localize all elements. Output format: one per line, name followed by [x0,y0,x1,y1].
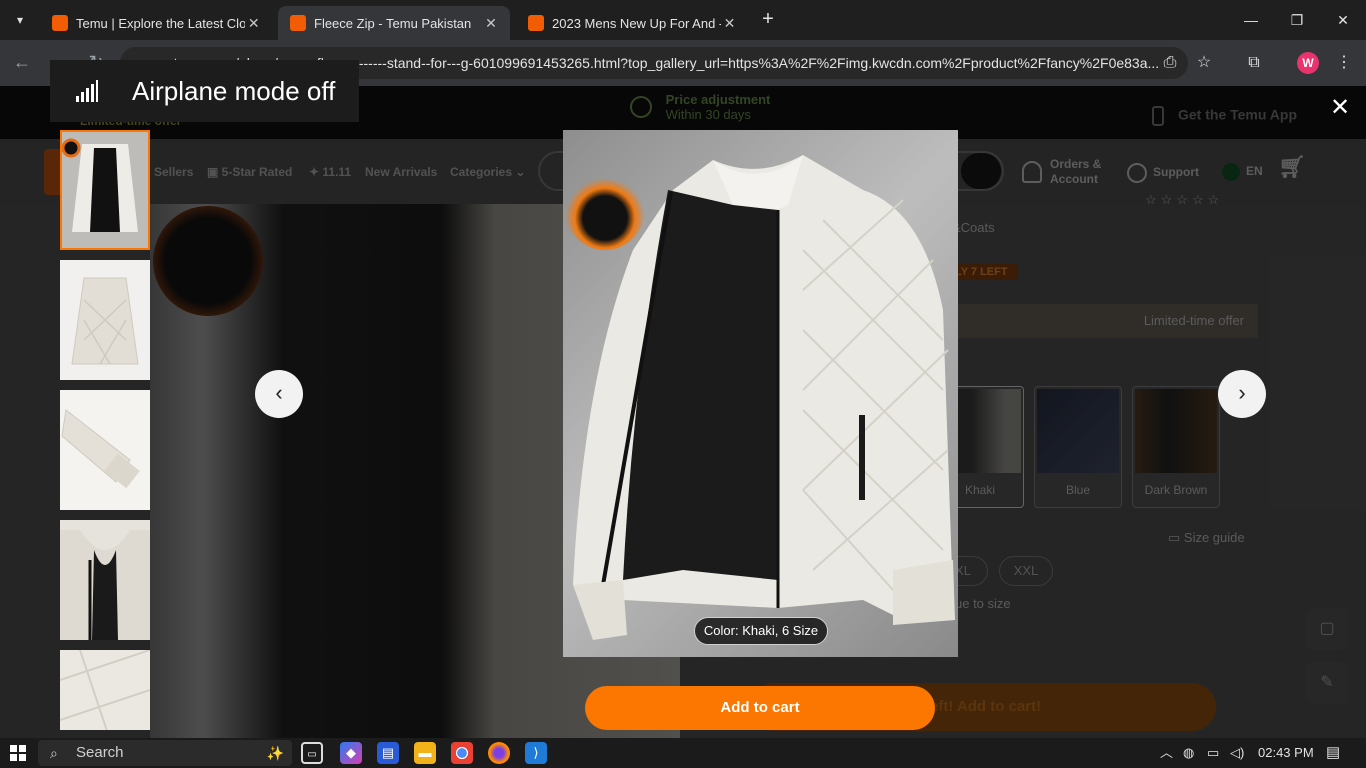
thumbnail-3[interactable] [60,390,150,510]
back-button[interactable]: ← [12,52,32,72]
tab-title: Temu | Explore the Latest Clothi [76,15,246,31]
close-tab-icon[interactable]: ✕ [721,15,738,32]
chrome-icon[interactable] [451,742,473,764]
clock-time[interactable]: 02:43 PM [1258,744,1314,762]
add-to-cart-button[interactable]: Add to cart [585,686,935,730]
jacket-open-thumbnail-icon [61,132,148,248]
thumbnail-5[interactable] [60,649,150,730]
thumbnail-strip [60,130,150,730]
vscode-icon[interactable]: ⟩ [525,742,547,764]
close-tab-icon[interactable]: ✕ [245,15,262,32]
copilot-icon[interactable]: ◆ [340,742,362,764]
tab-title: Fleece Zip - Temu Pakistan [314,15,472,31]
firefox-icon[interactable] [488,742,510,764]
previous-image-button[interactable]: ‹ [255,370,303,418]
new-tab-button[interactable]: + [758,9,778,29]
extensions-icon[interactable]: ⧉ [1244,53,1264,73]
microsoft-store-icon[interactable]: ▤ [377,742,399,764]
profile-avatar[interactable]: W [1297,52,1319,74]
close-tab-icon[interactable]: ✕ [482,15,500,32]
fabric-detail-thumbnail-icon [60,649,150,730]
tab-strip: ▾ Temu | Explore the Latest Clothi ✕ Fle… [0,0,1366,40]
file-explorer-icon[interactable]: ▬ [414,742,436,764]
toast-text: Airplane mode off [132,76,336,106]
copilot-sparkle-icon: ✨ [266,745,284,761]
notifications-icon[interactable]: ▤ [1326,744,1340,762]
temu-favicon-icon [528,15,544,31]
tab-fleece-zip[interactable]: Fleece Zip - Temu Pakistan ✕ [278,6,510,40]
close-window-button[interactable]: ✕ [1333,10,1353,30]
thumbnail-2[interactable] [60,260,150,380]
minimize-window-button[interactable]: — [1241,10,1261,30]
thumbnail-1[interactable] [60,130,150,250]
signal-bars-icon [76,80,98,102]
volume-icon[interactable]: ◁) [1230,744,1244,762]
tab-temu-explore[interactable]: Temu | Explore the Latest Clothi ✕ [40,6,272,40]
windows-start-icon[interactable] [10,745,26,761]
sleeve-cuff-thumbnail-icon [60,390,150,510]
restore-window-button[interactable]: ❐ [1287,10,1307,30]
jacket-back-thumbnail-icon [60,260,150,380]
battery-icon[interactable]: ▭ [1207,744,1219,762]
taskbar-search-label: Search [76,744,124,761]
next-image-button[interactable]: › [1218,370,1266,418]
bookmark-star-icon[interactable]: ☆ [1194,53,1214,73]
tab-search-button[interactable]: ▾ [7,8,33,32]
airplane-mode-toast: Airplane mode off [50,60,359,122]
browser-menu-icon[interactable]: ⋮ [1334,53,1354,73]
main-product-image [563,130,958,657]
temu-favicon-icon [290,15,306,31]
tab-mens-new[interactable]: 2023 Mens New Up For And - . ✕ [516,6,748,40]
temu-favicon-icon [52,15,68,31]
show-hidden-icons[interactable]: ︿ [1160,744,1173,762]
close-gallery-icon[interactable]: ✕ [1328,96,1352,120]
network-globe-icon[interactable]: ◍ [1183,744,1194,762]
install-app-icon[interactable]: ⎙ [1160,53,1180,73]
collar-zipper-thumbnail-icon [60,520,150,640]
task-view-icon[interactable]: ▭ [301,742,323,764]
taskbar-search-input[interactable]: ⌕ Search ✨ [38,740,292,766]
search-icon: ⌕ [50,745,58,761]
jacket-main-image-icon [565,155,955,640]
image-caption: Color: Khaki, 6 Size [694,617,828,645]
thumbnail-4[interactable] [60,520,150,640]
tab-title: 2023 Mens New Up For And - . [552,15,721,31]
